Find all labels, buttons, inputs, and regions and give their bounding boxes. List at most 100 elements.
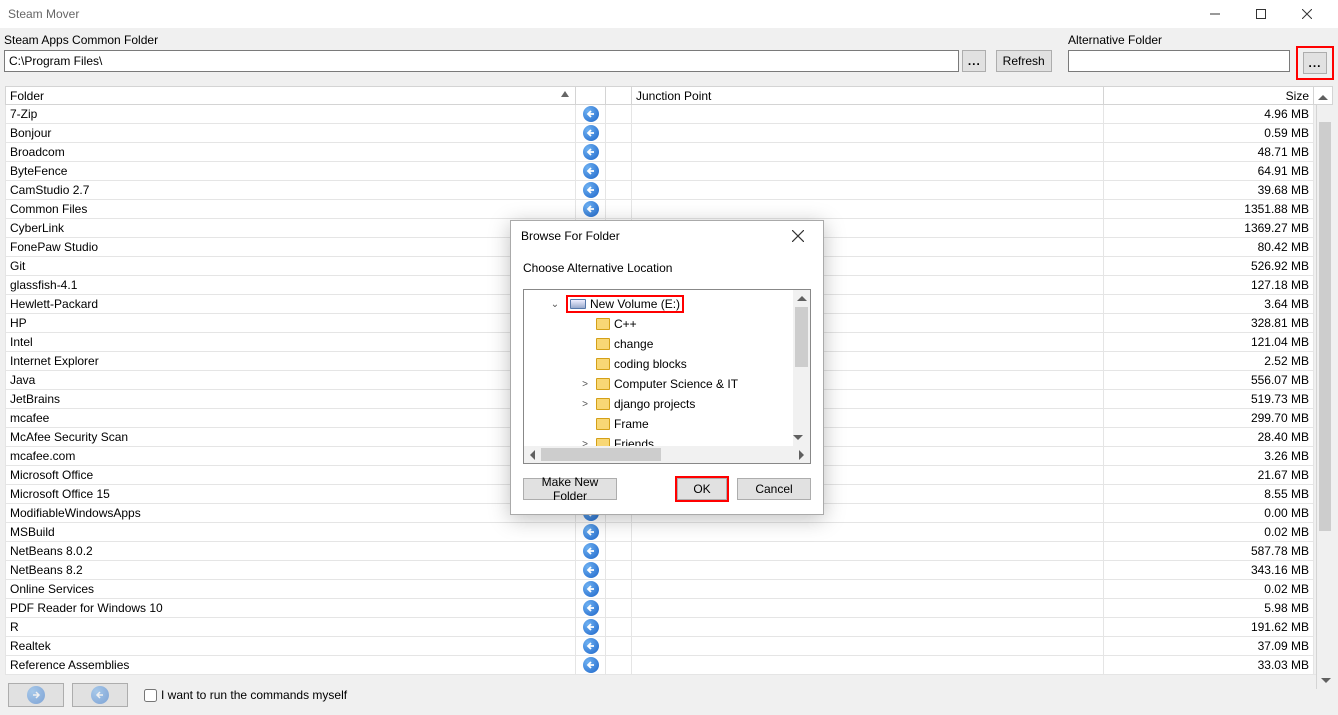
tree-scroll-thumb[interactable] [795, 307, 808, 367]
col-move-right[interactable] [606, 87, 632, 105]
cell-move-left[interactable] [576, 523, 606, 542]
cell-move-right[interactable] [606, 637, 632, 656]
tree-item[interactable]: coding blocks [548, 354, 792, 374]
folder-icon [596, 338, 610, 350]
cell-move-right[interactable] [606, 143, 632, 162]
cell-junction [632, 162, 1104, 181]
cell-move-right[interactable] [606, 580, 632, 599]
run-commands-input[interactable] [144, 689, 157, 702]
col-folder[interactable]: Folder [6, 87, 576, 105]
dialog-close-button[interactable] [783, 221, 813, 251]
chevron-down-icon[interactable]: ⌄ [548, 299, 562, 310]
chevron-right-icon[interactable]: > [578, 379, 592, 390]
table-row[interactable]: PDF Reader for Windows 105.98 MB [6, 599, 1333, 618]
cell-junction [632, 542, 1104, 561]
table-row[interactable]: MSBuild0.02 MB [6, 523, 1333, 542]
browse-alt-button[interactable]: ... [1303, 52, 1327, 74]
tree-item[interactable]: >django projects [548, 394, 792, 414]
cell-move-right[interactable] [606, 105, 632, 124]
cell-move-left[interactable] [576, 580, 606, 599]
cell-junction [632, 181, 1104, 200]
cell-move-left[interactable] [576, 124, 606, 143]
tree-scroll-up[interactable] [793, 290, 810, 307]
arrow-right-icon [27, 686, 45, 704]
table-row[interactable]: R191.62 MB [6, 618, 1333, 637]
table-row[interactable]: Reference Assemblies33.03 MB [6, 656, 1333, 675]
cell-size: 3.26 MB [1104, 447, 1314, 466]
make-new-folder-button[interactable]: Make New Folder [523, 478, 617, 500]
tree-scroll-right[interactable] [793, 446, 810, 463]
cell-move-left[interactable] [576, 162, 606, 181]
cell-move-left[interactable] [576, 637, 606, 656]
cell-size: 0.02 MB [1104, 580, 1314, 599]
table-row[interactable]: Broadcom48.71 MB [6, 143, 1333, 162]
cell-folder: Reference Assemblies [6, 656, 576, 675]
tree-item[interactable]: change [548, 334, 792, 354]
alt-path-input[interactable] [1068, 50, 1290, 72]
tree-hscroll-thumb[interactable] [541, 448, 661, 461]
cell-folder: R [6, 618, 576, 637]
table-row[interactable]: Realtek37.09 MB [6, 637, 1333, 656]
cell-move-right[interactable] [606, 200, 632, 219]
tree-item[interactable]: >Computer Science & IT [548, 374, 792, 394]
cell-move-right[interactable] [606, 656, 632, 675]
table-row[interactable]: NetBeans 8.0.2587.78 MB [6, 542, 1333, 561]
maximize-button[interactable] [1238, 0, 1284, 28]
cell-move-right[interactable] [606, 561, 632, 580]
run-commands-checkbox[interactable]: I want to run the commands myself [144, 688, 347, 702]
browse-source-button[interactable]: ... [962, 50, 986, 72]
table-row[interactable]: Online Services0.02 MB [6, 580, 1333, 599]
cancel-button[interactable]: Cancel [737, 478, 811, 500]
minimize-button[interactable] [1192, 0, 1238, 28]
cell-move-right[interactable] [606, 162, 632, 181]
table-vertical-scrollbar[interactable] [1316, 105, 1333, 689]
scrollbar-thumb[interactable] [1319, 122, 1331, 531]
cell-junction [632, 523, 1104, 542]
cell-move-right[interactable] [606, 124, 632, 143]
cell-move-left[interactable] [576, 105, 606, 124]
table-row[interactable]: Common Files1351.88 MB [6, 200, 1333, 219]
arrow-left-icon [583, 524, 599, 540]
tree-item[interactable]: C++ [548, 314, 792, 334]
chevron-right-icon[interactable]: > [578, 399, 592, 410]
table-row[interactable]: 7-Zip4.96 MB [6, 105, 1333, 124]
table-row[interactable]: NetBeans 8.2343.16 MB [6, 561, 1333, 580]
cell-move-right[interactable] [606, 523, 632, 542]
folder-tree[interactable]: ⌄ New Volume (E:) C++changecoding blocks… [523, 289, 811, 464]
col-size[interactable]: Size [1104, 87, 1314, 105]
cell-move-right[interactable] [606, 181, 632, 200]
cell-move-right[interactable] [606, 599, 632, 618]
cell-move-left[interactable] [576, 618, 606, 637]
table-row[interactable]: ByteFence64.91 MB [6, 162, 1333, 181]
table-row[interactable]: CamStudio 2.739.68 MB [6, 181, 1333, 200]
cell-size: 0.02 MB [1104, 523, 1314, 542]
source-path-input[interactable] [4, 50, 959, 72]
move-right-button[interactable] [8, 683, 64, 707]
move-left-button[interactable] [72, 683, 128, 707]
table-row[interactable]: Bonjour0.59 MB [6, 124, 1333, 143]
cell-move-left[interactable] [576, 143, 606, 162]
cell-move-right[interactable] [606, 618, 632, 637]
cell-move-left[interactable] [576, 656, 606, 675]
tree-scroll-left[interactable] [524, 446, 541, 463]
tree-horizontal-scrollbar[interactable] [524, 446, 810, 463]
arrow-left-icon [91, 686, 109, 704]
cell-move-left[interactable] [576, 599, 606, 618]
col-junction[interactable]: Junction Point [632, 87, 1104, 105]
cell-move-left[interactable] [576, 542, 606, 561]
col-move-left[interactable] [576, 87, 606, 105]
tree-vertical-scrollbar[interactable] [793, 290, 810, 446]
cell-junction [632, 143, 1104, 162]
cell-junction [632, 124, 1104, 143]
refresh-button[interactable]: Refresh [996, 50, 1052, 72]
cell-move-right[interactable] [606, 542, 632, 561]
tree-item-drive[interactable]: ⌄ New Volume (E:) [548, 294, 792, 314]
tree-scroll-down[interactable] [793, 429, 803, 446]
cell-move-left[interactable] [576, 181, 606, 200]
cell-move-left[interactable] [576, 561, 606, 580]
tree-item[interactable]: Frame [548, 414, 792, 434]
cell-junction [632, 656, 1104, 675]
cell-move-left[interactable] [576, 200, 606, 219]
ok-button[interactable]: OK [677, 478, 727, 500]
close-button[interactable] [1284, 0, 1330, 28]
